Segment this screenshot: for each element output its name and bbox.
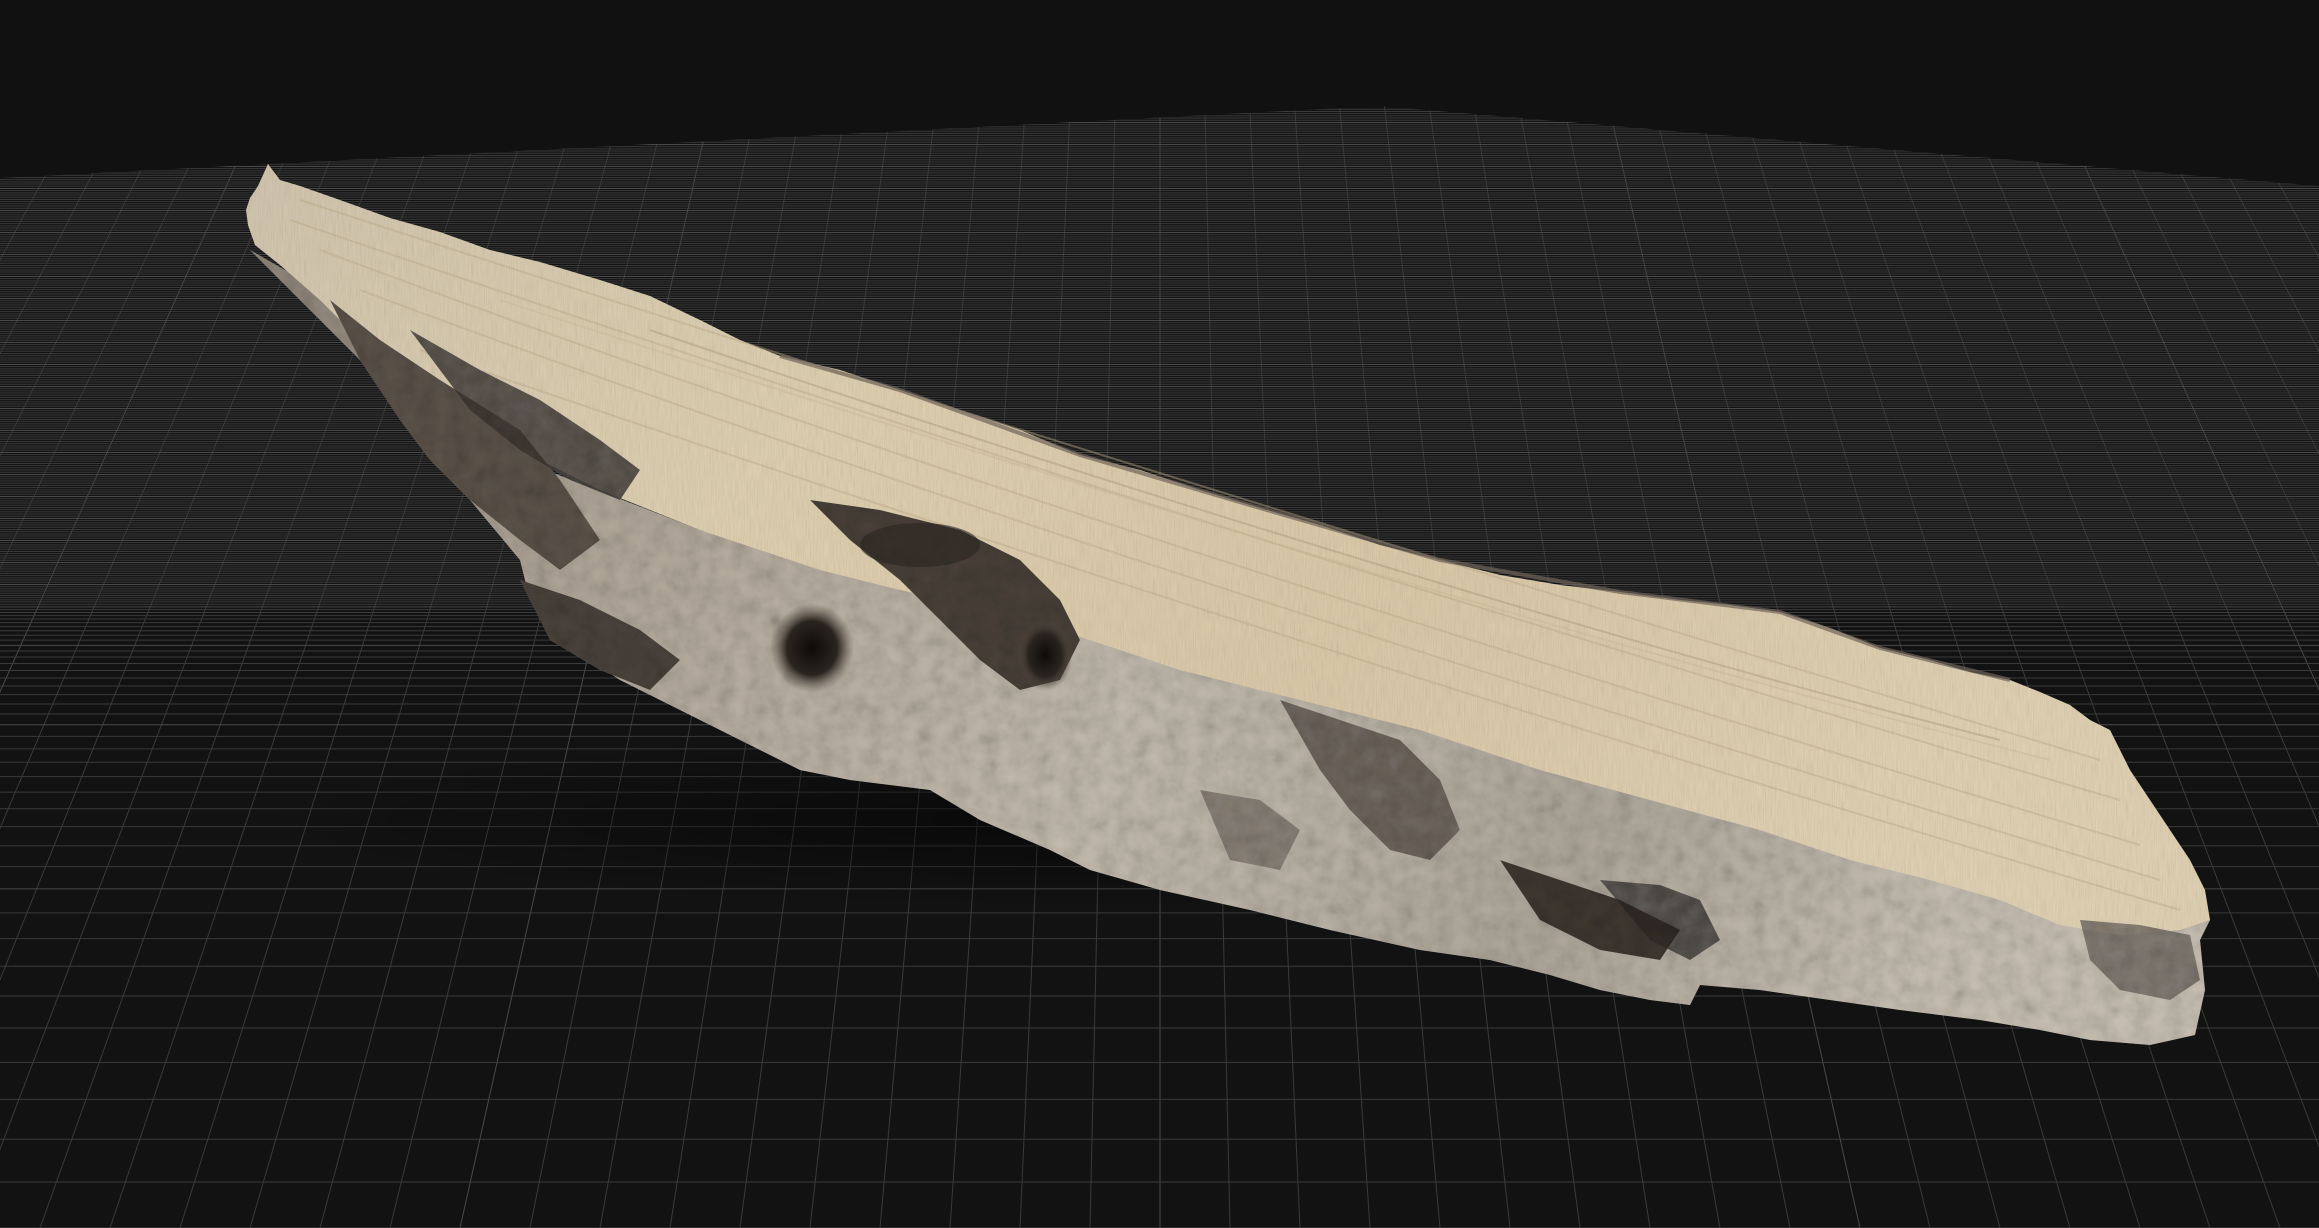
knot-hole-shadow	[860, 523, 980, 567]
3d-viewport[interactable]	[0, 0, 2319, 1228]
knot-hole-small	[1017, 619, 1073, 691]
scene-canvas[interactable]	[0, 0, 2319, 1228]
knot-hole-large	[770, 603, 854, 693]
